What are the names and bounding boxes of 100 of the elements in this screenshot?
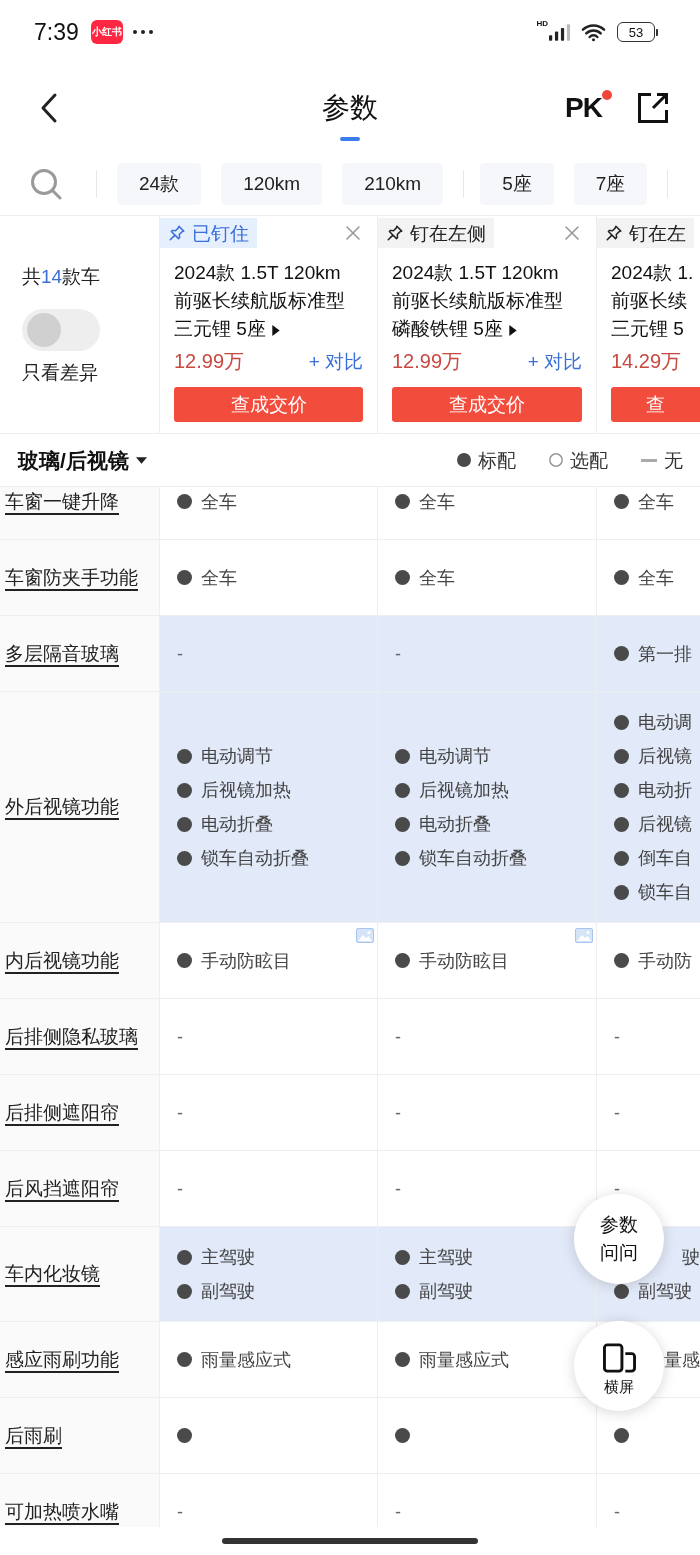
more-icon bbox=[132, 30, 153, 34]
compare-link[interactable]: + 对比 bbox=[527, 351, 582, 371]
filled-dot-icon bbox=[177, 953, 192, 968]
page-title: 参数 bbox=[322, 91, 378, 125]
caret-down-icon bbox=[135, 456, 147, 464]
row-label[interactable]: 内后视镜功能 bbox=[5, 947, 119, 974]
cell-text: - bbox=[614, 1502, 620, 1521]
section-dropdown[interactable]: 玻璃/后视镜 bbox=[18, 449, 147, 471]
row-label[interactable]: 车窗防夹手功能 bbox=[5, 564, 138, 591]
legend-label: 标配 bbox=[478, 450, 516, 470]
filter-chip[interactable]: 120km bbox=[221, 162, 323, 205]
pin-tag[interactable]: 钉在左侧 bbox=[378, 218, 494, 248]
price-button[interactable]: 查 bbox=[611, 387, 700, 422]
row-label[interactable]: 后风挡遮阳帘 bbox=[5, 1175, 119, 1202]
status-time: 7:39 bbox=[34, 20, 79, 44]
row-label[interactable]: 感应雨刷功能 bbox=[5, 1346, 119, 1373]
cell-text: 后视镜加热 bbox=[419, 781, 509, 799]
filled-dot-icon bbox=[177, 570, 192, 585]
wifi-icon bbox=[581, 22, 606, 42]
pin-tag[interactable]: 已钉住 bbox=[160, 218, 257, 248]
pk-button[interactable]: PK bbox=[565, 90, 602, 126]
search-button[interactable] bbox=[30, 167, 62, 200]
cell-text: - bbox=[395, 644, 401, 663]
filled-dot-icon bbox=[177, 1352, 192, 1367]
car-title[interactable]: 2024款 1. 前驱长续 三元锂 5 bbox=[611, 259, 700, 343]
filled-dot-icon bbox=[395, 953, 410, 968]
filter-chip[interactable]: 5座 bbox=[480, 162, 554, 205]
filled-dot-icon bbox=[395, 850, 410, 866]
row-label[interactable]: 后雨刷 bbox=[5, 1422, 62, 1449]
signal-icon bbox=[549, 23, 571, 41]
image-icon[interactable] bbox=[356, 928, 374, 943]
cell-text: 后视镜 bbox=[638, 747, 692, 765]
cell-text: 主驾驶 bbox=[201, 1248, 255, 1266]
row-label[interactable]: 车内化妆镜 bbox=[5, 1261, 100, 1287]
cell-text: 后视镜 bbox=[638, 815, 692, 833]
cell-text: 雨量感应式 bbox=[419, 1350, 509, 1369]
close-button[interactable] bbox=[345, 225, 361, 241]
filled-dot-icon bbox=[614, 953, 629, 968]
cell-text: 手动防眩目 bbox=[201, 951, 291, 970]
row-label[interactable]: 车窗一键升降 bbox=[5, 488, 119, 515]
filled-dot-icon bbox=[177, 1428, 192, 1443]
car-price: 12.99万 bbox=[174, 351, 245, 371]
search-icon bbox=[30, 167, 62, 200]
filter-chip[interactable]: 7座 bbox=[573, 162, 648, 205]
cell-text: 手动防眩目 bbox=[419, 951, 509, 970]
pin-tag[interactable]: 钉在左 bbox=[597, 218, 694, 248]
filled-dot-icon bbox=[457, 453, 471, 467]
cell-text: 量感 bbox=[664, 1350, 700, 1369]
cell-text: 全车 bbox=[638, 492, 674, 511]
close-button[interactable] bbox=[564, 225, 580, 241]
cell-text: 电动折 bbox=[638, 781, 692, 799]
cell-text: 手动防 bbox=[638, 951, 692, 970]
filled-dot-icon bbox=[614, 570, 629, 585]
cell-text: 驶 bbox=[682, 1248, 700, 1266]
filled-dot-icon bbox=[395, 748, 410, 764]
cell-text: - bbox=[177, 1027, 183, 1046]
cell-text: - bbox=[395, 1502, 401, 1521]
filled-dot-icon bbox=[614, 1428, 629, 1443]
filled-dot-icon bbox=[614, 1283, 629, 1299]
filled-dot-icon bbox=[395, 782, 410, 798]
row-label[interactable]: 后排侧隐私玻璃 bbox=[5, 1023, 138, 1050]
cell-text: 倒车自 bbox=[638, 849, 692, 867]
cell-text: 电动折叠 bbox=[201, 815, 273, 833]
pin-icon bbox=[168, 224, 186, 242]
compare-link[interactable]: + 对比 bbox=[308, 351, 363, 371]
filter-chip[interactable]: 210km bbox=[342, 162, 444, 205]
cell-text: 副驾驶 bbox=[201, 1282, 255, 1300]
filled-dot-icon bbox=[177, 1283, 192, 1299]
app-badge[interactable]: 小红书 bbox=[90, 20, 123, 44]
cell-text: 全车 bbox=[419, 568, 455, 587]
price-button[interactable]: 查成交价 bbox=[392, 387, 582, 422]
filled-dot-icon bbox=[614, 816, 629, 832]
row-label[interactable]: 可加热喷水嘴 bbox=[5, 1498, 119, 1525]
cell-text: 锁车自动折叠 bbox=[201, 849, 309, 867]
price-button[interactable]: 查成交价 bbox=[174, 387, 363, 422]
cell-text: 主驾驶 bbox=[419, 1248, 473, 1266]
share-button[interactable] bbox=[638, 93, 668, 123]
car-title[interactable]: 2024款 1.5T 120km 前驱长续航版标准型 磷酸铁锂 5座 bbox=[392, 259, 582, 343]
cell-text: 雨量感应式 bbox=[201, 1350, 291, 1369]
row-label[interactable]: 外后视镜功能 bbox=[5, 794, 119, 820]
cell-text: - bbox=[177, 1179, 183, 1198]
row-label[interactable]: 多层隔音玻璃 bbox=[5, 640, 119, 667]
title-underline bbox=[340, 137, 360, 141]
cell-text: 电动调 bbox=[638, 713, 692, 731]
toggle-label: 只看差异 bbox=[22, 360, 98, 385]
diff-toggle[interactable] bbox=[22, 308, 100, 351]
dash-icon bbox=[641, 458, 657, 462]
filled-dot-icon bbox=[395, 570, 410, 585]
filter-chip[interactable]: 24款 bbox=[117, 162, 202, 205]
filled-dot-icon bbox=[177, 494, 192, 509]
cell-text: 锁车自动折叠 bbox=[419, 849, 527, 867]
pin-icon bbox=[386, 224, 404, 242]
filled-dot-icon bbox=[177, 850, 192, 866]
share-icon bbox=[638, 93, 668, 123]
filled-dot-icon bbox=[614, 494, 629, 509]
row-label[interactable]: 后排侧遮阳帘 bbox=[5, 1099, 119, 1126]
image-icon[interactable] bbox=[575, 928, 593, 943]
car-title[interactable]: 2024款 1.5T 120km 前驱长续航版标准型 三元锂 5座 bbox=[174, 259, 363, 343]
network-label: HD bbox=[536, 20, 548, 28]
close-icon bbox=[564, 225, 580, 241]
